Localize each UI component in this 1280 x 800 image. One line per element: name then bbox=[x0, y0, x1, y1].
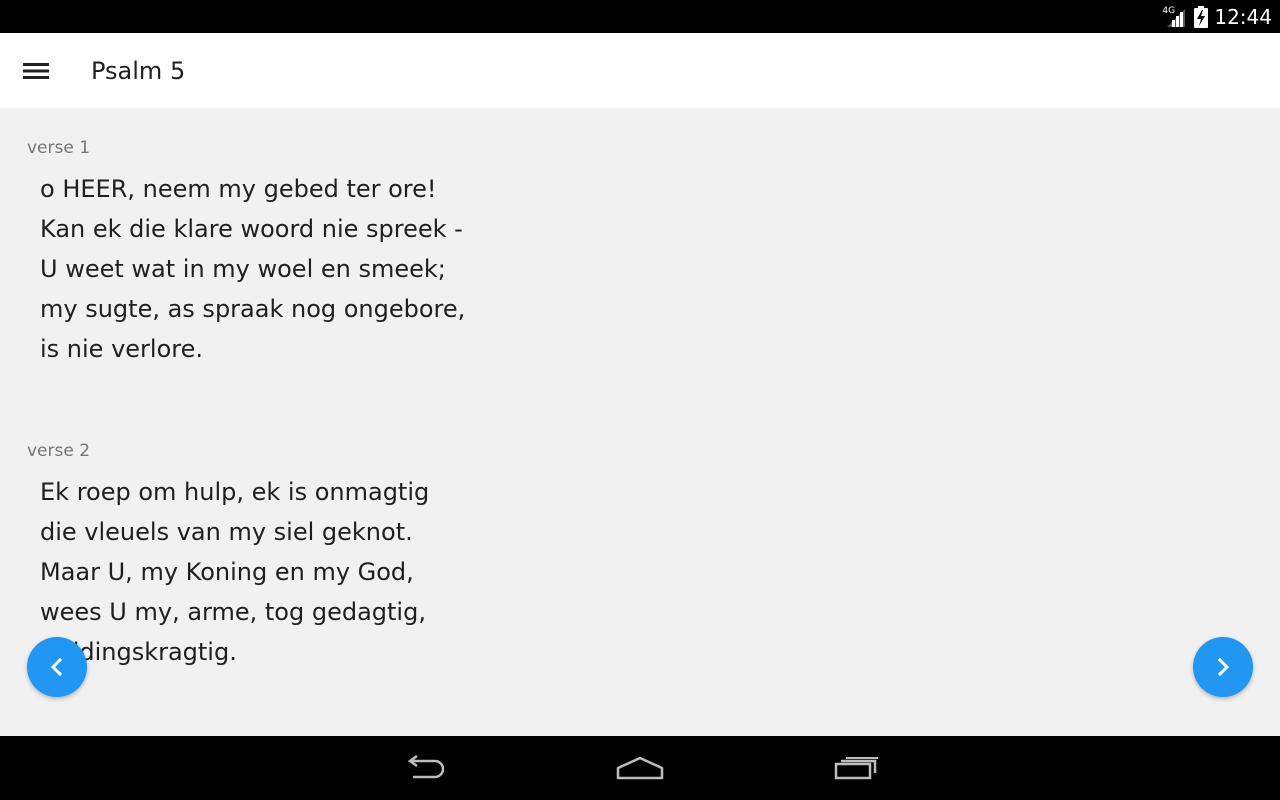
verse-label: verse 2 bbox=[27, 441, 91, 461]
back-icon bbox=[407, 755, 445, 779]
verse-line: Ek roep om hulp, ek is onmagtig bbox=[40, 478, 430, 506]
network-type-label: 4G bbox=[1162, 5, 1176, 16]
app-bar: Psalm 5 bbox=[0, 33, 1280, 108]
next-button[interactable] bbox=[1193, 637, 1253, 697]
verse-line: Kan ek die klare woord nie spreek - bbox=[40, 215, 463, 243]
home-button[interactable] bbox=[595, 736, 685, 800]
verse-line: o HEER, neem my gebed ter ore! bbox=[40, 175, 437, 203]
verse-line: reddingskragtig. bbox=[40, 638, 237, 666]
back-button[interactable] bbox=[379, 736, 469, 800]
verse-line: die vleuels van my siel geknot. bbox=[40, 518, 413, 546]
verse-line: my sugte, as spraak nog ongebore, bbox=[40, 295, 466, 323]
signal-indicator: 4G bbox=[1162, 5, 1188, 28]
verse-line: is nie verlore. bbox=[40, 335, 203, 363]
previous-button[interactable] bbox=[27, 637, 87, 697]
page-title: Psalm 5 bbox=[91, 56, 186, 85]
battery-charging-icon bbox=[1194, 5, 1209, 28]
recents-icon bbox=[834, 757, 878, 780]
chevron-left-icon bbox=[50, 657, 63, 677]
verse-label: verse 1 bbox=[27, 138, 91, 158]
status-bar: 4G 12:44 bbox=[0, 0, 1280, 33]
verse-text: o HEER, neem my gebed ter ore! Kan ek di… bbox=[40, 169, 700, 369]
psalm-content[interactable]: verse 1 o HEER, neem my gebed ter ore! K… bbox=[0, 108, 1280, 736]
status-icons: 4G 12:44 bbox=[1162, 4, 1272, 29]
home-icon bbox=[616, 756, 664, 780]
verse-line: wees U my, arme, tog gedagtig, bbox=[40, 598, 426, 626]
hamburger-menu-icon[interactable] bbox=[22, 60, 50, 82]
verse-line: U weet wat in my woel en smeek; bbox=[40, 255, 446, 283]
recents-button[interactable] bbox=[812, 736, 902, 800]
status-clock: 12:44 bbox=[1214, 4, 1272, 29]
chevron-right-icon bbox=[1217, 657, 1230, 677]
verse-block: verse 1 o HEER, neem my gebed ter ore! K… bbox=[0, 137, 700, 369]
verse-block: verse 2 Ek roep om hulp, ek is onmagtig … bbox=[0, 440, 700, 672]
hamburger-menu-glyph bbox=[23, 62, 49, 79]
verse-text: Ek roep om hulp, ek is onmagtig die vleu… bbox=[40, 472, 700, 672]
verse-line: Maar U, my Koning en my God, bbox=[40, 558, 414, 586]
system-nav-bar bbox=[0, 736, 1280, 800]
